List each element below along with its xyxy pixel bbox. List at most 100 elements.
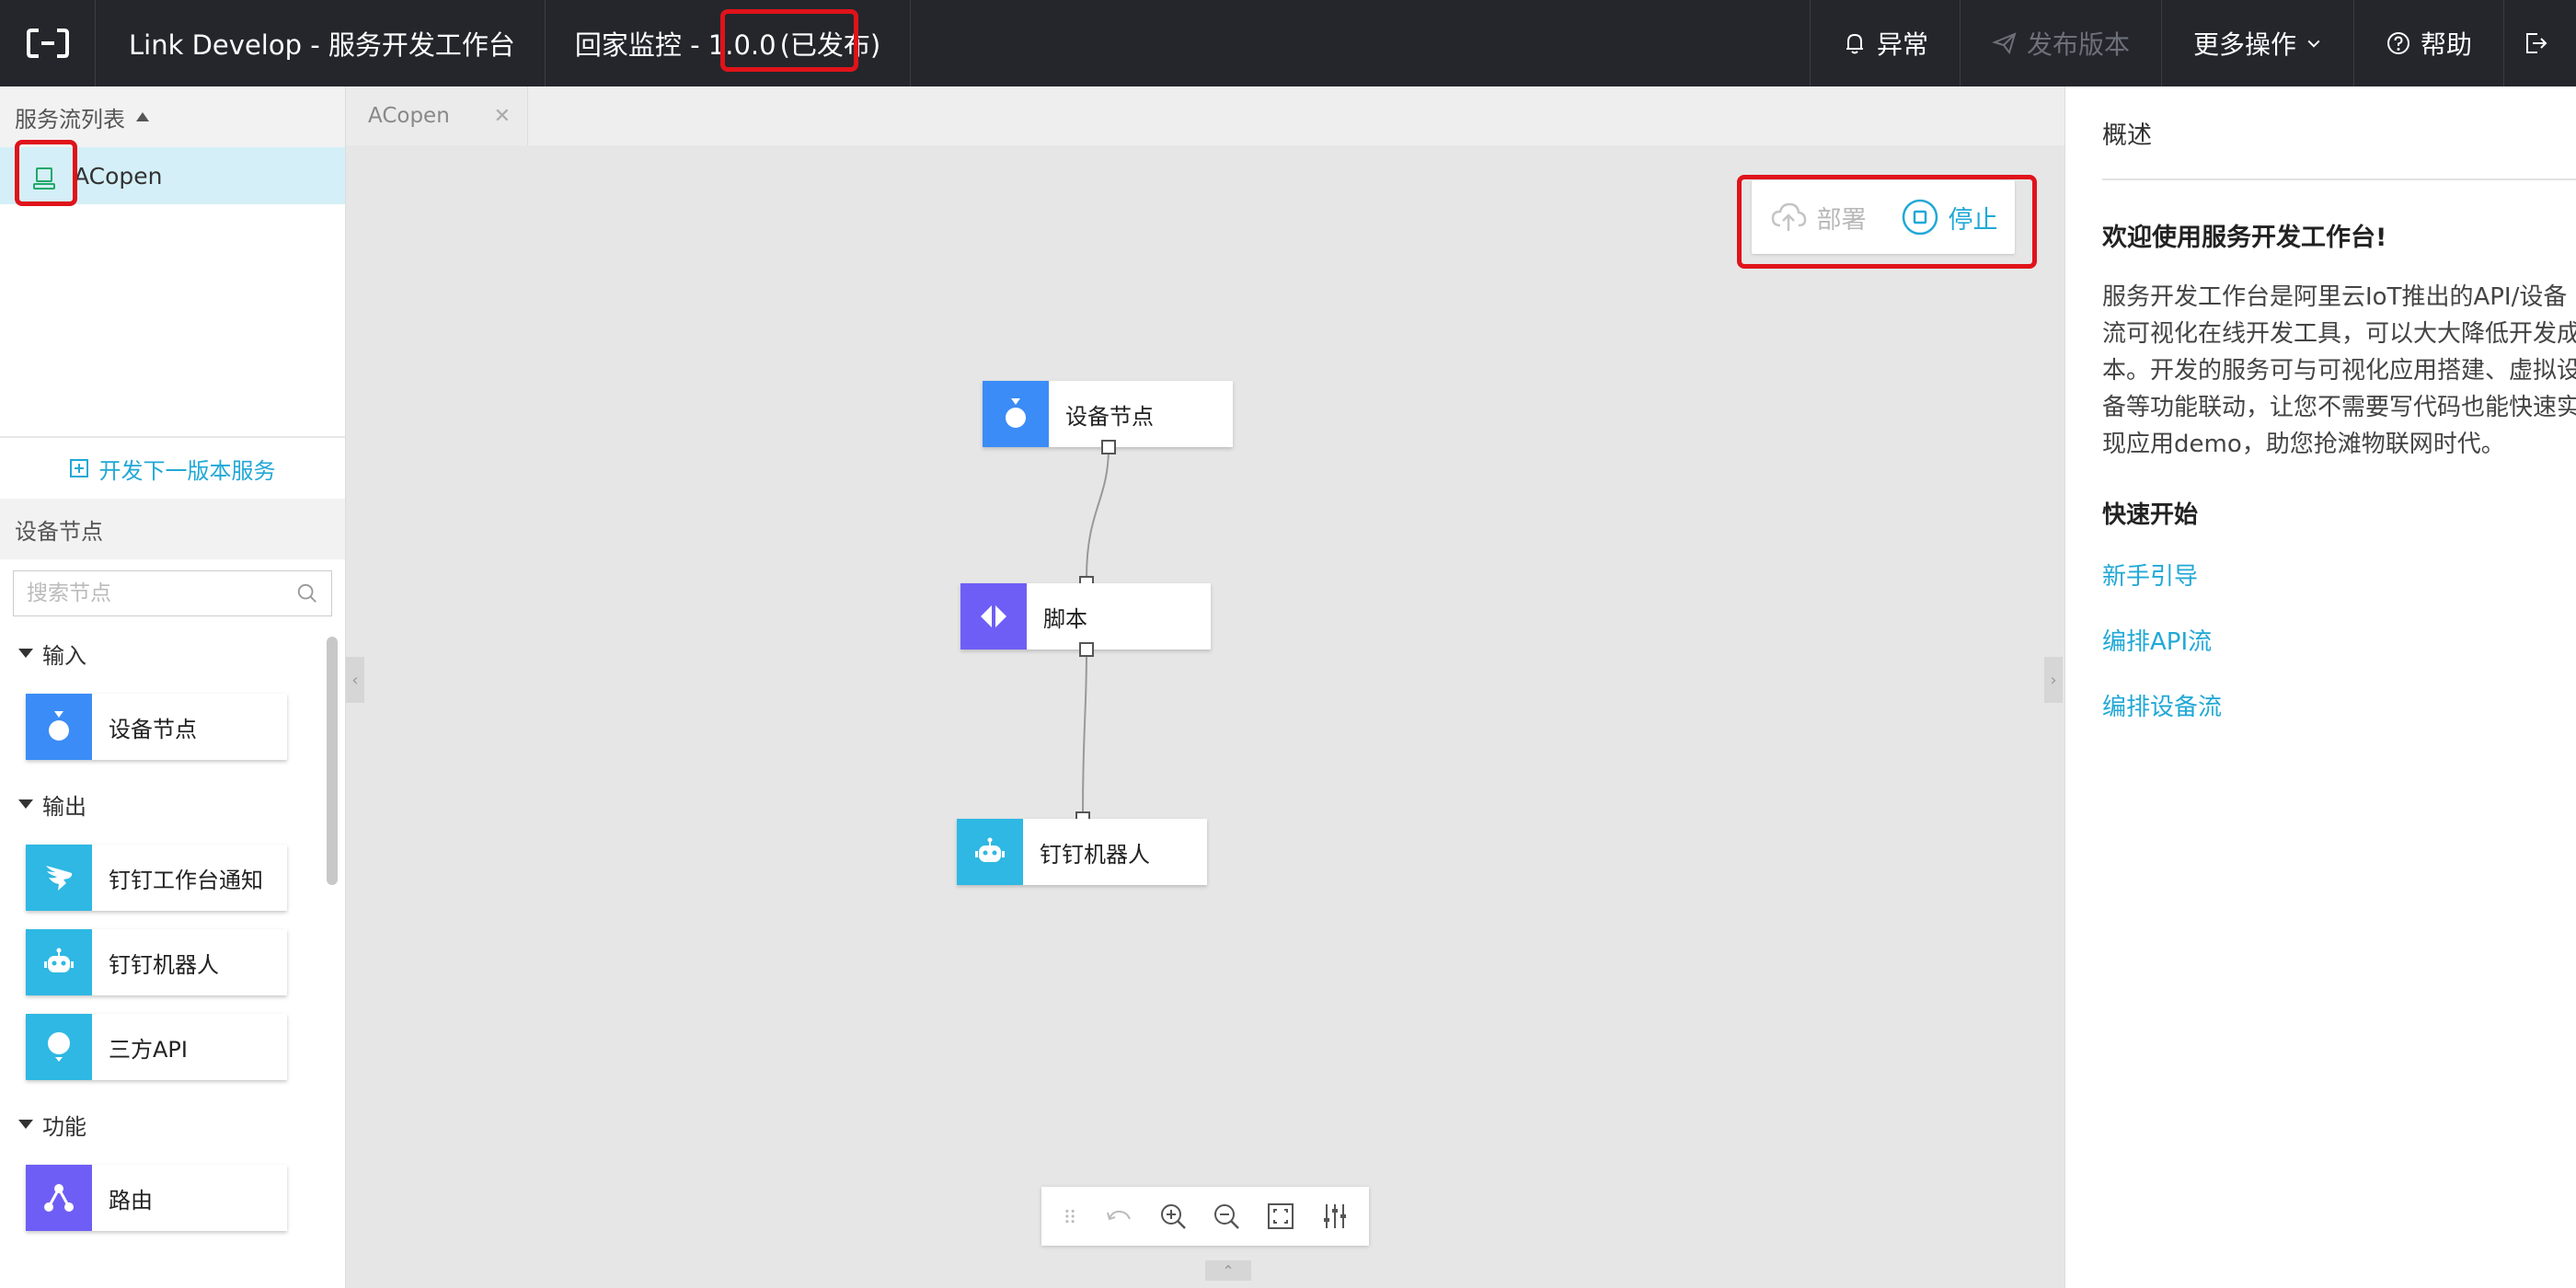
category-label: 功能: [42, 1113, 86, 1140]
flow-item-label: ACopen: [74, 162, 163, 190]
flow-list-title: 服务流列表: [15, 106, 125, 132]
new-version-button[interactable]: 开发下一版本服务: [0, 438, 345, 499]
palette-node-label: 设备节点: [109, 716, 197, 742]
more-actions-label: 更多操作: [2192, 29, 2296, 60]
caret-down-icon: [18, 649, 33, 658]
welcome-heading: 欢迎使用服务开发工作台!: [2102, 224, 2387, 252]
device-icon: [26, 694, 92, 760]
flow-node-label: 设备节点: [1065, 403, 1154, 430]
palette-node-third-party-api[interactable]: 三方API: [26, 1014, 287, 1080]
flow-node-label: 脚本: [1043, 605, 1087, 632]
deploy-label: 部署: [1816, 205, 1867, 235]
publish-version-button[interactable]: 发布版本: [1959, 0, 2161, 86]
palette-node-device[interactable]: 设备节点: [26, 694, 287, 760]
palette-node-label: 三方API: [109, 1036, 188, 1063]
robot-icon: [26, 929, 92, 995]
left-panel: 服务流列表 ACopen 开发下一版本服务 设备节点 输入 设备节点 输出 钉钉…: [0, 86, 346, 1288]
tab-bar: ACopen ✕: [346, 86, 2064, 145]
tab-label: ACopen: [368, 104, 450, 128]
overview-description: 服务开发工作台是阿里云IoT推出的API/设备流可视化在线开发工具，可以大大降低…: [2102, 283, 2576, 458]
more-actions-button[interactable]: 更多操作: [2160, 0, 2353, 86]
palette-node-router[interactable]: 路由: [26, 1165, 287, 1231]
adjust-sliders-icon[interactable]: [1320, 1202, 1350, 1231]
bell-icon: [1846, 33, 1863, 54]
balloon-icon: [26, 1014, 92, 1080]
collapse-right-handle[interactable]: ›: [2044, 657, 2063, 703]
flow-list-item[interactable]: ACopen: [0, 147, 345, 204]
search-icon[interactable]: [296, 581, 318, 605]
dingtalk-icon: [26, 845, 92, 911]
zoom-in-icon[interactable]: [1158, 1202, 1188, 1231]
zoom-out-icon[interactable]: [1212, 1202, 1241, 1231]
stop-button[interactable]: 停止: [1901, 198, 1998, 236]
category-input[interactable]: 输入: [0, 627, 345, 679]
output-port[interactable]: [1101, 440, 1116, 454]
palette-node-dingtalk-robot[interactable]: 钉钉机器人: [26, 929, 287, 995]
flow-list-header[interactable]: 服务流列表: [0, 86, 345, 147]
flow-canvas[interactable]: ACopen ✕ 部署 停止 设备节点 脚本 钉钉机器人 ‹ › ⌃: [346, 86, 2064, 1288]
alerts-button[interactable]: 异常: [1809, 0, 1960, 86]
category-label: 输入: [42, 642, 86, 669]
palette-scrollbar[interactable]: [327, 637, 338, 885]
deploy-controls: 部署 停止: [1752, 180, 2015, 254]
tab-acopen[interactable]: ACopen ✕: [346, 86, 528, 145]
category-output[interactable]: 输出: [0, 778, 345, 830]
robot-icon: [957, 819, 1023, 885]
plus-square-icon: [69, 459, 88, 477]
undo-icon[interactable]: [1104, 1202, 1133, 1231]
project-name: 回家监控 - 1.0.0: [574, 29, 776, 61]
stop-circle-icon: [1902, 199, 1938, 236]
flow-node-dingtalk-robot[interactable]: 钉钉机器人: [957, 819, 1207, 885]
router-icon: [26, 1165, 92, 1231]
help-label: 帮助: [2420, 29, 2472, 60]
app-title: Link Develop - 服务开发工作台: [96, 0, 546, 86]
aliyun-logo-icon[interactable]: [0, 0, 96, 86]
flow-node-device[interactable]: 设备节点: [983, 381, 1233, 447]
nodes-section-header: 设备节点: [0, 499, 345, 559]
drag-handle-icon[interactable]: [1061, 1202, 1079, 1231]
caret-down-icon: [18, 1120, 33, 1129]
close-icon[interactable]: ✕: [494, 105, 511, 128]
flow-node-script[interactable]: 脚本: [960, 583, 1211, 650]
palette-node-dingtalk-notice[interactable]: 钉钉工作台通知: [26, 845, 287, 911]
api-flow-link[interactable]: 编排API流: [2102, 623, 2576, 657]
palette-node-label: 路由: [109, 1187, 153, 1213]
script-icon: [960, 583, 1027, 650]
device-icon: [983, 381, 1049, 447]
chevron-down-icon: [2307, 40, 2320, 48]
flow-node-label: 钉钉机器人: [1040, 841, 1150, 868]
fit-screen-icon[interactable]: [1266, 1202, 1295, 1231]
beginner-guide-link[interactable]: 新手引导: [2102, 558, 2576, 592]
quick-start-heading: 快速开始: [2102, 501, 2199, 529]
node-search[interactable]: [13, 570, 332, 616]
category-label: 输出: [42, 793, 86, 820]
caret-up-icon: [136, 112, 149, 121]
caret-down-icon: [18, 799, 33, 809]
palette-node-label: 钉钉机器人: [109, 951, 219, 978]
device-flow-link[interactable]: 编排设备流: [2102, 688, 2576, 722]
help-button[interactable]: 帮助: [2352, 0, 2503, 86]
flow-connections: [1077, 446, 1110, 820]
collapse-bottom-handle[interactable]: ⌃: [1205, 1260, 1251, 1281]
stop-label: 停止: [1948, 205, 1998, 235]
right-panel: 概述 欢迎使用服务开发工作台! 服务开发工作台是阿里云IoT推出的API/设备流…: [2064, 86, 2576, 1288]
category-function[interactable]: 功能: [0, 1098, 345, 1150]
canvas-toolbar: [1041, 1187, 1369, 1246]
alerts-label: 异常: [1876, 29, 1928, 60]
cloud-upload-icon: [1771, 202, 1806, 231]
publish-status-badge: (已发布): [779, 29, 881, 61]
node-palette: 输入 设备节点 输出 钉钉工作台通知 钉钉机器人 三方API 功能 路由: [0, 627, 345, 1288]
project-title: 回家监控 - 1.0.0 (已发布): [546, 0, 912, 86]
node-search-input[interactable]: [27, 581, 296, 605]
logout-button[interactable]: [2503, 0, 2576, 86]
publish-version-label: 发布版本: [2026, 29, 2130, 60]
send-icon: [1991, 32, 2017, 55]
top-bar: Link Develop - 服务开发工作台 回家监控 - 1.0.0 (已发布…: [0, 0, 2576, 86]
palette-node-label: 钉钉工作台通知: [109, 867, 263, 893]
output-port[interactable]: [1079, 642, 1094, 657]
collapse-left-handle[interactable]: ‹: [346, 657, 364, 703]
new-version-label: 开发下一版本服务: [98, 457, 276, 484]
deploy-button[interactable]: 部署: [1769, 198, 1867, 236]
device-flow-icon: [20, 155, 68, 202]
logout-icon: [2526, 33, 2547, 53]
